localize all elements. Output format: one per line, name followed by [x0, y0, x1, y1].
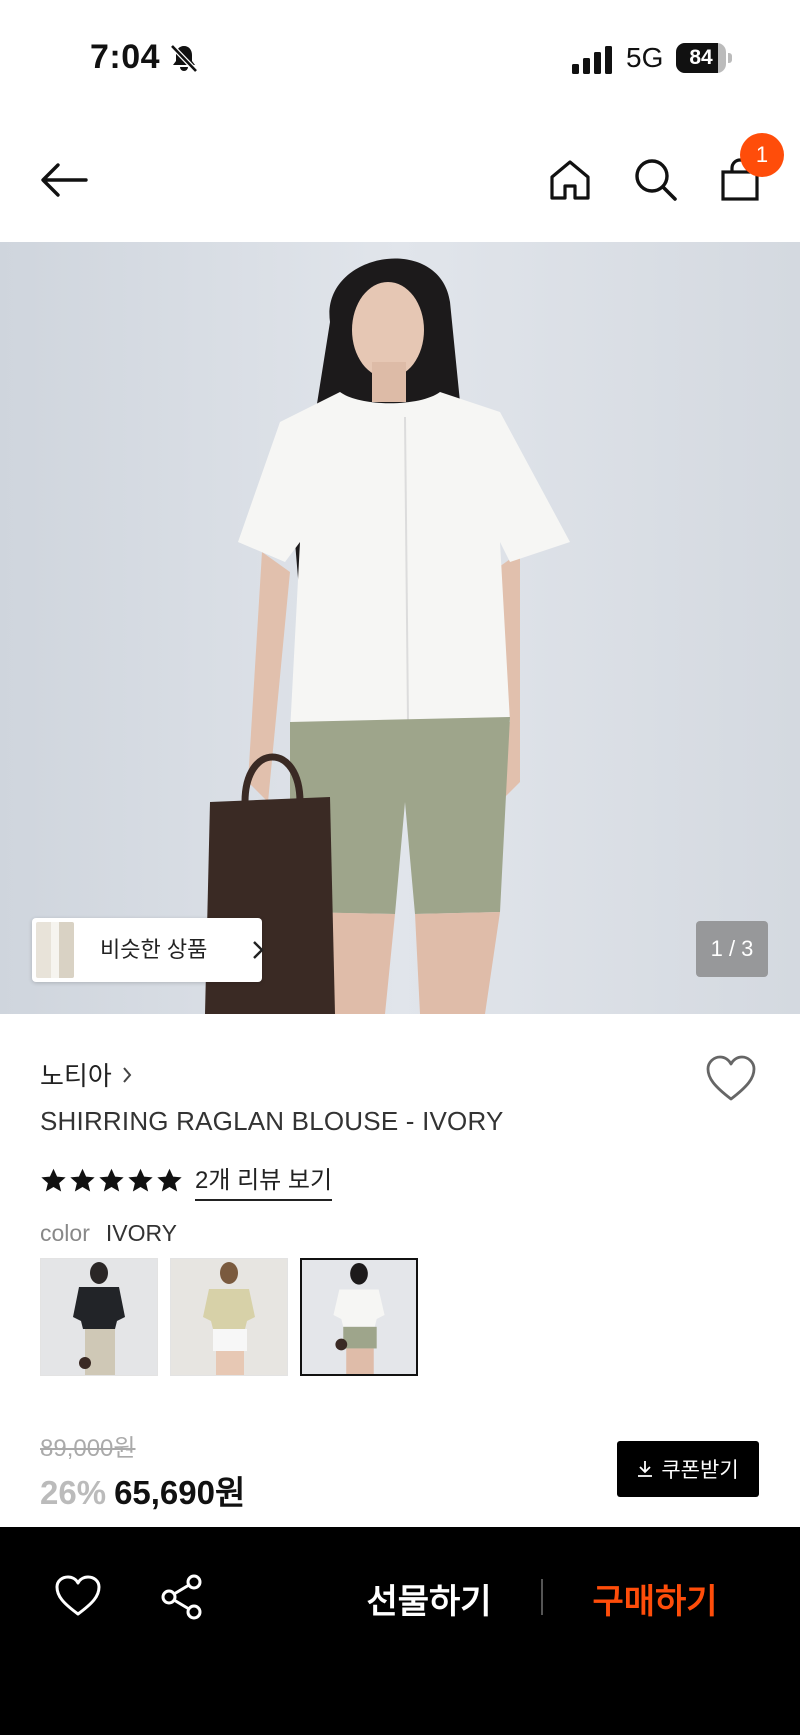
star-icon	[99, 1168, 124, 1192]
color-swatch-ivory[interactable]	[300, 1258, 418, 1376]
signal-icon	[572, 46, 612, 74]
star-icon	[157, 1168, 182, 1192]
product-title: SHIRRING RAGLAN BLOUSE - IVORY	[40, 1106, 504, 1136]
buy-button[interactable]: 구매하기	[560, 1563, 750, 1633]
price-row: 26% 65,690원	[40, 1466, 245, 1514]
network-label: 5G	[626, 42, 664, 73]
color-row: color IVORY	[40, 1220, 177, 1247]
heart-outline-icon	[55, 1575, 101, 1616]
similar-products-label: 비슷한 상품	[100, 937, 208, 962]
star-icon	[128, 1168, 153, 1192]
bottom-wishlist-button[interactable]	[54, 1574, 102, 1622]
reviews-link[interactable]: 2개 리뷰 보기	[195, 1160, 333, 1201]
gift-button[interactable]: 선물하기	[334, 1563, 524, 1633]
search-icon	[635, 159, 677, 201]
similar-thumbnail	[36, 922, 74, 978]
discount-rate: 26%	[40, 1474, 107, 1511]
app-header	[0, 118, 800, 242]
rating-row: 2개 리뷰 보기	[40, 1160, 333, 1201]
color-swatch-black[interactable]	[40, 1258, 158, 1376]
product-image[interactable]	[0, 242, 800, 1014]
image-page-counter: 1 / 3	[696, 921, 768, 977]
status-bar: 7:04 5G 84	[0, 0, 800, 118]
back-arrow-icon	[41, 163, 88, 197]
download-icon	[638, 1461, 653, 1477]
home-icon	[550, 160, 590, 200]
swatch-photo	[41, 1259, 157, 1375]
star-icon	[41, 1168, 66, 1192]
color-swatches	[40, 1258, 418, 1376]
wishlist-button[interactable]	[704, 1054, 758, 1104]
coupon-label: 쿠폰받기	[661, 1459, 739, 1482]
cart-count-badge: 1	[740, 133, 784, 177]
brand-link[interactable]: 노티아	[40, 1056, 132, 1093]
divider	[541, 1579, 543, 1615]
swatch-photo	[171, 1259, 287, 1375]
status-time: 7:04	[90, 38, 161, 76]
search-button[interactable]	[626, 150, 686, 210]
back-button[interactable]	[34, 150, 94, 210]
swatch-photo	[302, 1260, 416, 1374]
coupon-button[interactable]: 쿠폰받기	[617, 1441, 759, 1497]
bottom-action-bar: 선물하기 구매하기	[0, 1527, 800, 1735]
color-value: IVORY	[105, 1220, 178, 1246]
color-label: color	[40, 1220, 90, 1246]
share-button[interactable]	[160, 1573, 204, 1623]
share-icon	[161, 1574, 202, 1620]
heart-outline-icon	[706, 1055, 756, 1101]
chevron-right-icon	[253, 941, 264, 959]
sale-price: 65,690원	[114, 1474, 246, 1511]
home-button[interactable]	[540, 150, 600, 210]
similar-products-button[interactable]: 비슷한 상품	[32, 918, 264, 982]
star-icon	[70, 1168, 95, 1192]
original-price: 89,000원	[40, 1435, 136, 1462]
bell-slash-icon	[170, 44, 198, 73]
battery-indicator: 84	[676, 43, 732, 73]
chevron-right-icon	[123, 1066, 132, 1083]
product-photo	[0, 242, 800, 1014]
brand-name: 노티아	[40, 1061, 112, 1091]
star-rating	[40, 1167, 183, 1194]
color-swatch-beige[interactable]	[170, 1258, 288, 1376]
battery-level: 84	[689, 46, 713, 69]
